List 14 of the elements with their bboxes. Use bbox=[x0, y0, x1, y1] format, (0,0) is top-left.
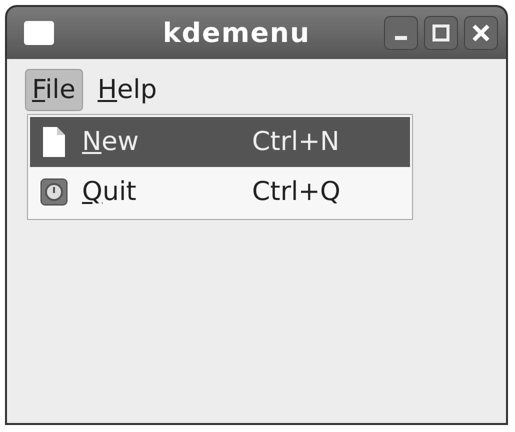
maximize-button[interactable] bbox=[424, 16, 458, 50]
close-button[interactable] bbox=[464, 16, 498, 50]
menu-item[interactable]: File bbox=[25, 69, 83, 111]
menu-entry[interactable]: New Ctrl+N bbox=[30, 117, 410, 167]
minimize-button[interactable] bbox=[384, 16, 418, 50]
maximize-icon bbox=[432, 24, 450, 42]
menu-entry[interactable]: Quit Ctrl+Q bbox=[30, 167, 410, 217]
power-icon bbox=[40, 178, 68, 206]
menu-item[interactable]: Help bbox=[90, 69, 164, 111]
close-icon bbox=[471, 23, 491, 43]
document-icon bbox=[41, 126, 67, 158]
minimize-icon bbox=[395, 36, 407, 40]
window-title: kdemenu bbox=[162, 18, 312, 48]
window-icon bbox=[23, 19, 55, 47]
